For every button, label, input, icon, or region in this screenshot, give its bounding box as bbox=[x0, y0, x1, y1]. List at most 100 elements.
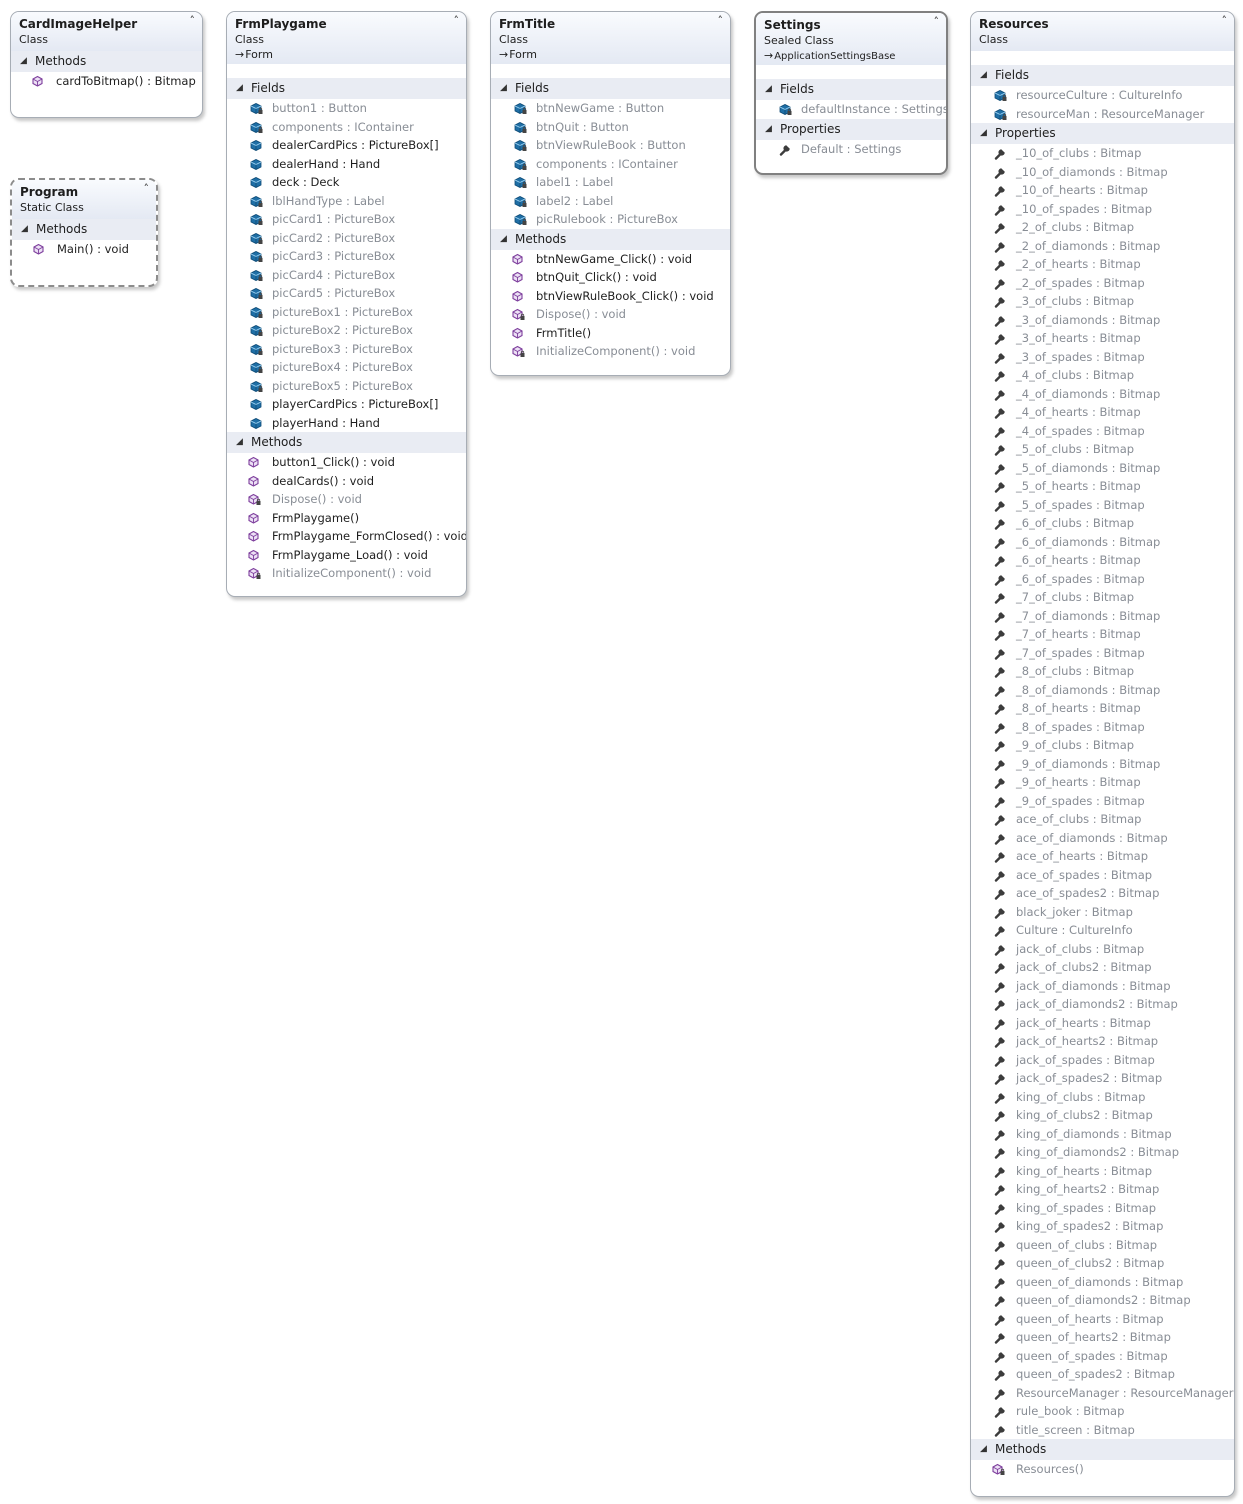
method-row[interactable]: Main() : void bbox=[12, 240, 156, 259]
field-row[interactable]: btnNewGame : Button bbox=[491, 99, 730, 118]
method-row[interactable]: FrmPlaygame_FormClosed() : void bbox=[227, 527, 466, 546]
section-methods[interactable]: ◢ Methods bbox=[971, 1439, 1234, 1460]
property-row[interactable]: king_of_diamonds2 : Bitmap bbox=[971, 1143, 1234, 1162]
expand-triangle-icon[interactable]: ◢ bbox=[980, 123, 987, 144]
field-row[interactable]: dealerHand : Hand bbox=[227, 155, 466, 174]
property-row[interactable]: _9_of_spades : Bitmap bbox=[971, 792, 1234, 811]
method-row[interactable]: InitializeComponent() : void bbox=[227, 564, 466, 583]
property-row[interactable]: king_of_hearts2 : Bitmap bbox=[971, 1180, 1234, 1199]
property-row[interactable]: jack_of_diamonds2 : Bitmap bbox=[971, 995, 1234, 1014]
property-row[interactable]: _6_of_spades : Bitmap bbox=[971, 570, 1234, 589]
field-row[interactable]: playerCardPics : PictureBox[] bbox=[227, 395, 466, 414]
field-row[interactable]: pictureBox5 : PictureBox bbox=[227, 377, 466, 396]
property-row[interactable]: king_of_clubs : Bitmap bbox=[971, 1088, 1234, 1107]
field-row[interactable]: button1 : Button bbox=[227, 99, 466, 118]
class-settings[interactable]: Settings Sealed Class →ApplicationSettin… bbox=[754, 11, 948, 175]
field-row[interactable]: pictureBox1 : PictureBox bbox=[227, 303, 466, 322]
field-row[interactable]: resourceMan : ResourceManager bbox=[971, 105, 1234, 124]
property-row[interactable]: _6_of_diamonds : Bitmap bbox=[971, 533, 1234, 552]
property-row[interactable]: _2_of_spades : Bitmap bbox=[971, 274, 1234, 293]
property-row[interactable]: jack_of_spades : Bitmap bbox=[971, 1051, 1234, 1070]
property-row[interactable]: _4_of_spades : Bitmap bbox=[971, 422, 1234, 441]
field-row[interactable]: deck : Deck bbox=[227, 173, 466, 192]
property-row[interactable]: ace_of_diamonds : Bitmap bbox=[971, 829, 1234, 848]
property-row[interactable]: king_of_spades : Bitmap bbox=[971, 1199, 1234, 1218]
method-row[interactable]: FrmPlaygame() bbox=[227, 509, 466, 528]
property-row[interactable]: _8_of_hearts : Bitmap bbox=[971, 699, 1234, 718]
property-row[interactable]: queen_of_hearts2 : Bitmap bbox=[971, 1328, 1234, 1347]
property-row[interactable]: _7_of_diamonds : Bitmap bbox=[971, 607, 1234, 626]
property-row[interactable]: jack_of_spades2 : Bitmap bbox=[971, 1069, 1234, 1088]
field-row[interactable]: pictureBox2 : PictureBox bbox=[227, 321, 466, 340]
section-properties[interactable]: ◢ Properties bbox=[756, 118, 946, 140]
expand-triangle-icon[interactable]: ◢ bbox=[765, 119, 772, 140]
field-row[interactable]: picCard5 : PictureBox bbox=[227, 284, 466, 303]
section-methods[interactable]: ◢ Methods bbox=[12, 219, 156, 240]
field-row[interactable]: label1 : Label bbox=[491, 173, 730, 192]
property-row[interactable]: ace_of_hearts : Bitmap bbox=[971, 847, 1234, 866]
property-row[interactable]: king_of_hearts : Bitmap bbox=[971, 1162, 1234, 1181]
field-row[interactable]: picRulebook : PictureBox bbox=[491, 210, 730, 229]
property-row[interactable]: king_of_clubs2 : Bitmap bbox=[971, 1106, 1234, 1125]
property-row[interactable]: queen_of_hearts : Bitmap bbox=[971, 1310, 1234, 1329]
field-row[interactable]: components : IContainer bbox=[491, 155, 730, 174]
section-fields[interactable]: ◢ Fields bbox=[971, 65, 1234, 86]
property-row[interactable]: jack_of_clubs2 : Bitmap bbox=[971, 958, 1234, 977]
property-row[interactable]: queen_of_spades2 : Bitmap bbox=[971, 1365, 1234, 1384]
field-row[interactable]: resourceCulture : CultureInfo bbox=[971, 86, 1234, 105]
field-row[interactable]: btnViewRuleBook : Button bbox=[491, 136, 730, 155]
expand-triangle-icon[interactable]: ◢ bbox=[500, 229, 507, 250]
expand-triangle-icon[interactable]: ◢ bbox=[980, 1439, 987, 1460]
section-fields[interactable]: ◢ Fields bbox=[227, 78, 466, 99]
field-row[interactable]: dealerCardPics : PictureBox[] bbox=[227, 136, 466, 155]
property-row[interactable]: _10_of_spades : Bitmap bbox=[971, 200, 1234, 219]
class-program[interactable]: Program Static Class ˄ ◢ Methods Main() :… bbox=[10, 178, 158, 287]
expand-triangle-icon[interactable]: ◢ bbox=[21, 219, 28, 240]
property-row[interactable]: jack_of_hearts : Bitmap bbox=[971, 1014, 1234, 1033]
field-row[interactable]: picCard3 : PictureBox bbox=[227, 247, 466, 266]
property-row[interactable]: _7_of_clubs : Bitmap bbox=[971, 588, 1234, 607]
property-row[interactable]: _5_of_diamonds : Bitmap bbox=[971, 459, 1234, 478]
property-row[interactable]: Default : Settings bbox=[756, 140, 946, 159]
property-row[interactable]: jack_of_clubs : Bitmap bbox=[971, 940, 1234, 959]
section-methods[interactable]: ◢ Methods bbox=[11, 51, 202, 72]
expand-triangle-icon[interactable]: ◢ bbox=[980, 65, 987, 86]
property-row[interactable]: _2_of_clubs : Bitmap bbox=[971, 218, 1234, 237]
property-row[interactable]: _2_of_hearts : Bitmap bbox=[971, 255, 1234, 274]
collapse-icon[interactable]: ˄ bbox=[454, 15, 460, 27]
expand-triangle-icon[interactable]: ◢ bbox=[500, 78, 507, 99]
field-row[interactable]: label2 : Label bbox=[491, 192, 730, 211]
section-methods[interactable]: ◢ Methods bbox=[227, 432, 466, 453]
property-row[interactable]: Culture : CultureInfo bbox=[971, 921, 1234, 940]
property-row[interactable]: black_joker : Bitmap bbox=[971, 903, 1234, 922]
class-cardimagehelper[interactable]: CardImageHelper Class ˄ ◢ Methods cardToB… bbox=[10, 11, 203, 118]
property-row[interactable]: queen_of_diamonds2 : Bitmap bbox=[971, 1291, 1234, 1310]
field-row[interactable]: pictureBox3 : PictureBox bbox=[227, 340, 466, 359]
property-row[interactable]: _2_of_diamonds : Bitmap bbox=[971, 237, 1234, 256]
method-row[interactable]: btnNewGame_Click() : void bbox=[491, 250, 730, 269]
property-row[interactable]: jack_of_diamonds : Bitmap bbox=[971, 977, 1234, 996]
class-frmplaygame[interactable]: FrmPlaygame Class →Form ˄ ◢ Fields button… bbox=[226, 11, 467, 597]
property-row[interactable]: _6_of_hearts : Bitmap bbox=[971, 551, 1234, 570]
section-methods[interactable]: ◢ Methods bbox=[491, 228, 730, 250]
field-row[interactable]: defaultInstance : Settings bbox=[756, 100, 946, 119]
property-row[interactable]: _4_of_diamonds : Bitmap bbox=[971, 385, 1234, 404]
property-row[interactable]: _5_of_clubs : Bitmap bbox=[971, 440, 1234, 459]
property-row[interactable]: ace_of_clubs : Bitmap bbox=[971, 810, 1234, 829]
method-row[interactable]: btnQuit_Click() : void bbox=[491, 268, 730, 287]
method-row[interactable]: cardToBitmap() : Bitmap bbox=[11, 72, 202, 91]
property-row[interactable]: _10_of_clubs : Bitmap bbox=[971, 144, 1234, 163]
property-row[interactable]: _6_of_clubs : Bitmap bbox=[971, 514, 1234, 533]
property-row[interactable]: _10_of_diamonds : Bitmap bbox=[971, 163, 1234, 182]
property-row[interactable]: title_screen : Bitmap bbox=[971, 1421, 1234, 1440]
property-row[interactable]: rule_book : Bitmap bbox=[971, 1402, 1234, 1421]
class-resources[interactable]: Resources Class ˄ ◢ Fields resourceCultur… bbox=[970, 11, 1235, 1497]
property-row[interactable]: ResourceManager : ResourceManager bbox=[971, 1384, 1234, 1403]
property-row[interactable]: _10_of_hearts : Bitmap bbox=[971, 181, 1234, 200]
section-fields[interactable]: ◢ Fields bbox=[491, 78, 730, 99]
property-row[interactable]: king_of_spades2 : Bitmap bbox=[971, 1217, 1234, 1236]
property-row[interactable]: queen_of_spades : Bitmap bbox=[971, 1347, 1234, 1366]
method-row[interactable]: FrmTitle() bbox=[491, 324, 730, 343]
property-row[interactable]: _9_of_clubs : Bitmap bbox=[971, 736, 1234, 755]
property-row[interactable]: _8_of_spades : Bitmap bbox=[971, 718, 1234, 737]
